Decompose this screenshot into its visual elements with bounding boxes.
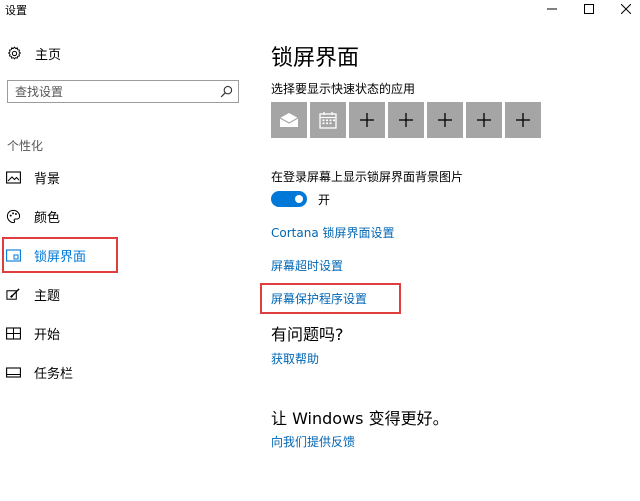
sidebar-item-label: 锁屏界面 [34, 249, 87, 265]
sidebar-home-label: 主页 [35, 48, 62, 63]
sidebar-item-label: 开始 [34, 327, 61, 343]
sidebar-item-taskbar[interactable]: 任务栏 [6, 359, 73, 385]
cortana-lock-screen-settings-link[interactable]: Cortana 锁屏界面设置 [271, 224, 395, 241]
gear-icon [7, 46, 22, 60]
improve-windows-heading: 让 Windows 变得更好。 [271, 409, 449, 428]
quick-status-tile-add[interactable] [505, 102, 541, 138]
toggle-knob [295, 195, 303, 203]
give-feedback-link[interactable]: 向我们提供反馈 [271, 433, 355, 450]
brush-icon [6, 287, 21, 302]
show-background-toggle[interactable] [271, 191, 307, 207]
sidebar-item-label: 主题 [34, 288, 61, 304]
quick-status-tile-add[interactable] [466, 102, 502, 138]
mail-icon [279, 113, 299, 127]
search-box[interactable] [7, 80, 239, 103]
sidebar-item-lock-screen[interactable]: 锁屏界面 [6, 242, 86, 268]
window-title: 设置 [5, 4, 27, 17]
show-background-label: 在登录屏幕上显示锁屏界面背景图片 [271, 170, 464, 184]
plus-icon [477, 113, 491, 127]
screen-timeout-settings-link[interactable]: 屏幕超时设置 [271, 257, 343, 274]
start-grid-icon [6, 326, 21, 341]
sidebar-home[interactable]: 主页 [7, 44, 61, 63]
get-help-link[interactable]: 获取帮助 [271, 350, 319, 367]
minimize-button[interactable] [538, 0, 566, 18]
quick-status-tile-add[interactable] [388, 102, 424, 138]
calendar-icon [319, 112, 337, 129]
quick-status-tile-add[interactable] [427, 102, 463, 138]
close-button[interactable] [612, 0, 640, 18]
maximize-icon [584, 4, 594, 14]
toggle-state-label: 开 [318, 193, 331, 207]
sidebar-item-colors[interactable]: 颜色 [6, 203, 60, 229]
maximize-button[interactable] [575, 0, 603, 18]
sidebar-item-start[interactable]: 开始 [6, 320, 60, 346]
minimize-icon [547, 8, 557, 10]
sidebar-item-themes[interactable]: 主题 [6, 281, 60, 307]
quick-status-tile-add[interactable] [349, 102, 385, 138]
sidebar-item-label: 背景 [34, 171, 61, 187]
plus-icon [399, 113, 413, 127]
sidebar-item-background[interactable]: 背景 [6, 164, 60, 190]
palette-icon [6, 209, 21, 224]
search-input[interactable] [15, 83, 205, 100]
page-title: 锁屏界面 [271, 46, 360, 71]
quick-status-tile-calendar[interactable] [310, 102, 346, 138]
sidebar-item-label: 颜色 [34, 210, 61, 226]
close-icon [621, 4, 631, 14]
plus-icon [516, 113, 530, 127]
taskbar-icon [6, 365, 21, 380]
plus-icon [438, 113, 452, 127]
section-label: 个性化 [7, 139, 44, 153]
screensaver-settings-link[interactable]: 屏幕保护程序设置 [271, 290, 367, 307]
quick-status-label: 选择要显示快速状态的应用 [271, 82, 416, 96]
lock-screen-icon [6, 248, 21, 263]
quick-status-tile-mail[interactable] [271, 102, 307, 138]
picture-icon [6, 170, 21, 185]
search-icon[interactable] [220, 85, 233, 98]
plus-icon [360, 113, 374, 127]
question-heading: 有问题吗? [271, 325, 344, 344]
sidebar-item-label: 任务栏 [34, 366, 74, 382]
